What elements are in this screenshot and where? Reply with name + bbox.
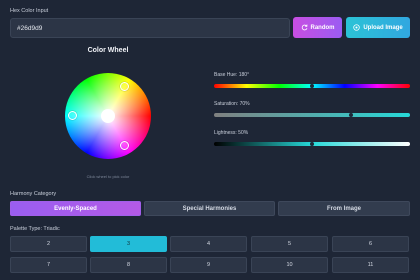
- lightness-slider[interactable]: [214, 142, 410, 146]
- color-wheel-hint: Click wheel to pick color: [86, 174, 130, 179]
- wheel-marker[interactable]: [120, 82, 129, 91]
- palette-type-label: Palette Type: Triadic: [10, 226, 60, 232]
- palette-option-button[interactable]: 10: [251, 257, 328, 273]
- saturation-slider-label: Saturation: 70%: [214, 101, 250, 107]
- color-wheel-title: Color Wheel: [87, 47, 129, 54]
- lightness-slider-label: Lightness: 50%: [214, 130, 249, 136]
- palette-option-button[interactable]: 4: [170, 236, 247, 252]
- palette-option-button[interactable]: 2: [10, 236, 87, 252]
- random-button-label: Random: [310, 24, 335, 31]
- lightness-slider-thumb[interactable]: [310, 142, 314, 146]
- saturation-slider-thumb[interactable]: [349, 113, 354, 117]
- hex-input[interactable]: [10, 18, 290, 38]
- upload-image-button-label: Upload Image: [363, 24, 403, 31]
- palette-option-button[interactable]: 9: [170, 257, 247, 273]
- upload-image-button[interactable]: Upload Image: [346, 17, 410, 38]
- wheel-marker[interactable]: [120, 141, 129, 150]
- palette-option-button[interactable]: 6: [332, 236, 409, 252]
- color-wheel-center: [101, 109, 115, 123]
- harmony-evenly-spaced-button[interactable]: Evenly-Spaced: [10, 201, 141, 216]
- harmony-special-button[interactable]: Special Harmonies: [144, 201, 275, 216]
- hue-slider-label: Base Hue: 180°: [214, 72, 250, 78]
- palette-option-button[interactable]: 11: [332, 257, 409, 273]
- palette-option-button[interactable]: 7: [10, 257, 87, 273]
- palette-option-button[interactable]: 5: [251, 236, 328, 252]
- saturation-slider[interactable]: [214, 113, 410, 117]
- hex-input-label: Hex Color Input: [10, 8, 49, 14]
- harmony-from-image-button[interactable]: From Image: [278, 201, 410, 216]
- palette-option-button[interactable]: 8: [90, 257, 167, 273]
- upload-image-icon: [353, 24, 361, 31]
- palette-option-button[interactable]: 3: [90, 236, 167, 252]
- hue-slider-thumb[interactable]: [310, 84, 314, 88]
- random-button[interactable]: Random: [293, 17, 342, 38]
- hue-slider[interactable]: [214, 84, 410, 88]
- harmony-category-label: Harmony Category: [10, 191, 57, 197]
- refresh-icon: [301, 24, 307, 31]
- wheel-marker[interactable]: [68, 111, 77, 120]
